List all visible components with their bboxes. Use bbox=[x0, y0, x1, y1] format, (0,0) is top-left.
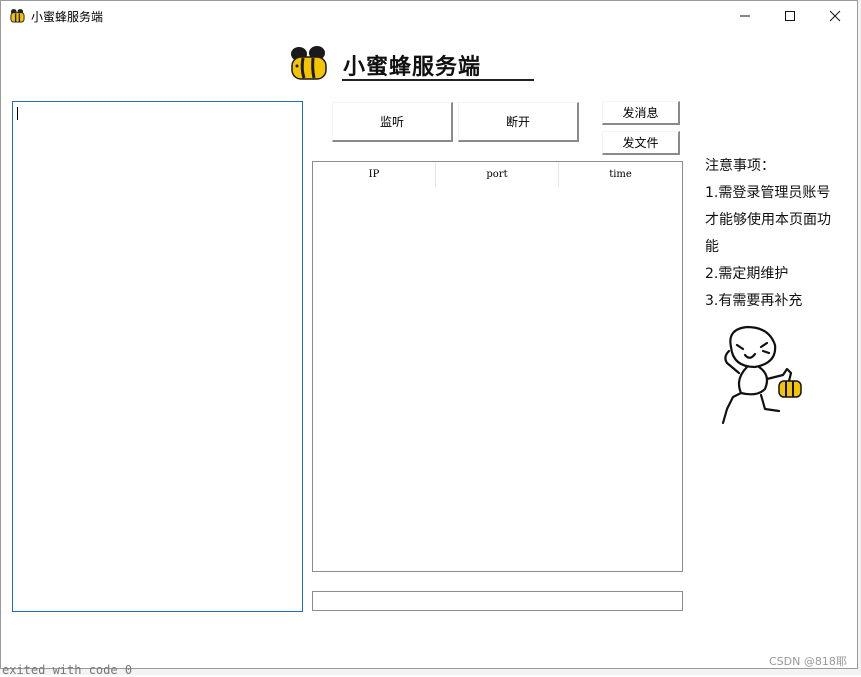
app-heading: 小蜜蜂服务端 bbox=[343, 54, 482, 80]
notes-panel: 注意事项： 1.需登录管理员账号 才能够使用本页面功 能 2.需定期维护 3.有… bbox=[705, 153, 845, 315]
bee-logo-icon bbox=[291, 46, 327, 80]
send-message-button[interactable]: 发消息 bbox=[602, 101, 680, 125]
message-input[interactable] bbox=[312, 591, 683, 611]
notes-line: 1.需登录管理员账号 bbox=[705, 185, 831, 201]
column-header-port[interactable]: port bbox=[436, 162, 559, 187]
title-bar[interactable]: 小蜜蜂服务端 bbox=[1, 1, 857, 31]
notes-title: 注意事项： bbox=[705, 158, 775, 174]
connection-table[interactable]: IP port time bbox=[312, 161, 683, 572]
notes-line: 3.有需要再补充 bbox=[705, 293, 803, 309]
maximize-icon bbox=[785, 10, 795, 21]
watermark: CSDN @818耶 bbox=[769, 655, 847, 668]
send-file-button[interactable]: 发文件 bbox=[602, 131, 680, 155]
column-header-ip[interactable]: IP bbox=[313, 162, 436, 187]
notes-line: 才能够使用本页面功 bbox=[705, 212, 831, 228]
stick-figure-illustration bbox=[721, 325, 802, 425]
notes-line: 2.需定期维护 bbox=[705, 266, 789, 282]
bee-app-icon bbox=[10, 8, 25, 23]
text-caret bbox=[17, 107, 18, 120]
app-window: 小蜜蜂服务端 小蜜蜂服务端 监听 断开 发消息 发文件 IP port time bbox=[0, 0, 858, 669]
listen-button[interactable]: 监听 bbox=[332, 102, 453, 142]
minimize-icon bbox=[740, 15, 750, 16]
column-header-time[interactable]: time bbox=[559, 162, 682, 187]
window-title: 小蜜蜂服务端 bbox=[31, 10, 104, 24]
heading-underline bbox=[342, 79, 534, 81]
maximize-button[interactable] bbox=[767, 1, 813, 30]
close-button[interactable] bbox=[812, 1, 858, 30]
close-icon bbox=[829, 10, 841, 21]
notes-line: 能 bbox=[705, 239, 719, 255]
log-textarea[interactable] bbox=[12, 101, 303, 612]
minimize-button[interactable] bbox=[722, 1, 768, 30]
disconnect-button[interactable]: 断开 bbox=[458, 102, 579, 142]
small-bee-icon bbox=[778, 380, 802, 398]
